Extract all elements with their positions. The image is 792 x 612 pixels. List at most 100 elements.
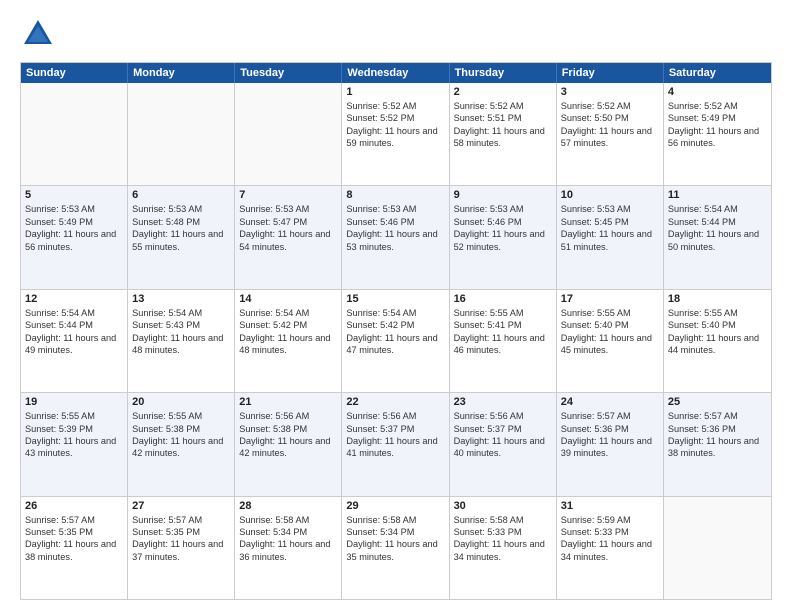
daylight-text: Daylight: 11 hours and 34 minutes. — [561, 538, 659, 563]
calendar-cell: 26Sunrise: 5:57 AMSunset: 5:35 PMDayligh… — [21, 497, 128, 599]
sunrise-text: Sunrise: 5:55 AM — [132, 410, 230, 422]
calendar: SundayMondayTuesdayWednesdayThursdayFrid… — [20, 62, 772, 600]
sunset-text: Sunset: 5:52 PM — [346, 112, 444, 124]
calendar-cell: 20Sunrise: 5:55 AMSunset: 5:38 PMDayligh… — [128, 393, 235, 495]
sunrise-text: Sunrise: 5:56 AM — [346, 410, 444, 422]
calendar-row: 19Sunrise: 5:55 AMSunset: 5:39 PMDayligh… — [21, 392, 771, 495]
calendar-cell: 18Sunrise: 5:55 AMSunset: 5:40 PMDayligh… — [664, 290, 771, 392]
day-number: 10 — [561, 189, 659, 201]
sunrise-text: Sunrise: 5:53 AM — [239, 203, 337, 215]
calendar-cell: 12Sunrise: 5:54 AMSunset: 5:44 PMDayligh… — [21, 290, 128, 392]
sunset-text: Sunset: 5:48 PM — [132, 216, 230, 228]
day-number: 25 — [668, 396, 767, 408]
day-number: 30 — [454, 500, 552, 512]
calendar-header: SundayMondayTuesdayWednesdayThursdayFrid… — [21, 63, 771, 83]
calendar-cell: 4Sunrise: 5:52 AMSunset: 5:49 PMDaylight… — [664, 83, 771, 185]
sunrise-text: Sunrise: 5:55 AM — [454, 307, 552, 319]
day-number: 15 — [346, 293, 444, 305]
daylight-text: Daylight: 11 hours and 56 minutes. — [668, 125, 767, 150]
sunrise-text: Sunrise: 5:58 AM — [346, 514, 444, 526]
sunset-text: Sunset: 5:39 PM — [25, 423, 123, 435]
daylight-text: Daylight: 11 hours and 49 minutes. — [25, 332, 123, 357]
calendar-row: 5Sunrise: 5:53 AMSunset: 5:49 PMDaylight… — [21, 185, 771, 288]
calendar-cell: 13Sunrise: 5:54 AMSunset: 5:43 PMDayligh… — [128, 290, 235, 392]
daylight-text: Daylight: 11 hours and 42 minutes. — [239, 435, 337, 460]
weekday-header: Saturday — [664, 63, 771, 83]
sunrise-text: Sunrise: 5:53 AM — [454, 203, 552, 215]
daylight-text: Daylight: 11 hours and 59 minutes. — [346, 125, 444, 150]
sunset-text: Sunset: 5:36 PM — [668, 423, 767, 435]
weekday-header: Friday — [557, 63, 664, 83]
daylight-text: Daylight: 11 hours and 47 minutes. — [346, 332, 444, 357]
day-number: 2 — [454, 86, 552, 98]
day-number: 18 — [668, 293, 767, 305]
day-number: 14 — [239, 293, 337, 305]
sunset-text: Sunset: 5:42 PM — [346, 319, 444, 331]
sunset-text: Sunset: 5:46 PM — [346, 216, 444, 228]
calendar-cell: 22Sunrise: 5:56 AMSunset: 5:37 PMDayligh… — [342, 393, 449, 495]
day-number: 16 — [454, 293, 552, 305]
sunset-text: Sunset: 5:45 PM — [561, 216, 659, 228]
sunset-text: Sunset: 5:34 PM — [239, 526, 337, 538]
daylight-text: Daylight: 11 hours and 54 minutes. — [239, 228, 337, 253]
day-number: 7 — [239, 189, 337, 201]
sunrise-text: Sunrise: 5:55 AM — [561, 307, 659, 319]
calendar-cell: 5Sunrise: 5:53 AMSunset: 5:49 PMDaylight… — [21, 186, 128, 288]
calendar-cell: 3Sunrise: 5:52 AMSunset: 5:50 PMDaylight… — [557, 83, 664, 185]
daylight-text: Daylight: 11 hours and 48 minutes. — [132, 332, 230, 357]
sunset-text: Sunset: 5:51 PM — [454, 112, 552, 124]
sunrise-text: Sunrise: 5:56 AM — [239, 410, 337, 422]
day-number: 13 — [132, 293, 230, 305]
sunset-text: Sunset: 5:43 PM — [132, 319, 230, 331]
daylight-text: Daylight: 11 hours and 37 minutes. — [132, 538, 230, 563]
daylight-text: Daylight: 11 hours and 46 minutes. — [454, 332, 552, 357]
daylight-text: Daylight: 11 hours and 44 minutes. — [668, 332, 767, 357]
calendar-cell: 11Sunrise: 5:54 AMSunset: 5:44 PMDayligh… — [664, 186, 771, 288]
day-number: 31 — [561, 500, 659, 512]
daylight-text: Daylight: 11 hours and 41 minutes. — [346, 435, 444, 460]
sunrise-text: Sunrise: 5:53 AM — [561, 203, 659, 215]
daylight-text: Daylight: 11 hours and 36 minutes. — [239, 538, 337, 563]
sunset-text: Sunset: 5:46 PM — [454, 216, 552, 228]
daylight-text: Daylight: 11 hours and 43 minutes. — [25, 435, 123, 460]
daylight-text: Daylight: 11 hours and 50 minutes. — [668, 228, 767, 253]
sunset-text: Sunset: 5:49 PM — [25, 216, 123, 228]
daylight-text: Daylight: 11 hours and 57 minutes. — [561, 125, 659, 150]
calendar-cell: 19Sunrise: 5:55 AMSunset: 5:39 PMDayligh… — [21, 393, 128, 495]
calendar-cell: 27Sunrise: 5:57 AMSunset: 5:35 PMDayligh… — [128, 497, 235, 599]
daylight-text: Daylight: 11 hours and 38 minutes. — [25, 538, 123, 563]
daylight-text: Daylight: 11 hours and 38 minutes. — [668, 435, 767, 460]
calendar-cell: 1Sunrise: 5:52 AMSunset: 5:52 PMDaylight… — [342, 83, 449, 185]
day-number: 3 — [561, 86, 659, 98]
day-number: 27 — [132, 500, 230, 512]
calendar-row: 26Sunrise: 5:57 AMSunset: 5:35 PMDayligh… — [21, 496, 771, 599]
calendar-cell — [235, 83, 342, 185]
sunset-text: Sunset: 5:35 PM — [25, 526, 123, 538]
calendar-cell: 8Sunrise: 5:53 AMSunset: 5:46 PMDaylight… — [342, 186, 449, 288]
sunset-text: Sunset: 5:34 PM — [346, 526, 444, 538]
daylight-text: Daylight: 11 hours and 42 minutes. — [132, 435, 230, 460]
sunset-text: Sunset: 5:33 PM — [454, 526, 552, 538]
daylight-text: Daylight: 11 hours and 40 minutes. — [454, 435, 552, 460]
daylight-text: Daylight: 11 hours and 48 minutes. — [239, 332, 337, 357]
sunrise-text: Sunrise: 5:54 AM — [25, 307, 123, 319]
sunset-text: Sunset: 5:38 PM — [239, 423, 337, 435]
sunset-text: Sunset: 5:40 PM — [668, 319, 767, 331]
logo — [20, 16, 60, 52]
sunrise-text: Sunrise: 5:58 AM — [454, 514, 552, 526]
day-number: 28 — [239, 500, 337, 512]
weekday-header: Sunday — [21, 63, 128, 83]
weekday-header: Tuesday — [235, 63, 342, 83]
calendar-body: 1Sunrise: 5:52 AMSunset: 5:52 PMDaylight… — [21, 83, 771, 599]
day-number: 26 — [25, 500, 123, 512]
sunrise-text: Sunrise: 5:53 AM — [346, 203, 444, 215]
daylight-text: Daylight: 11 hours and 51 minutes. — [561, 228, 659, 253]
calendar-cell: 7Sunrise: 5:53 AMSunset: 5:47 PMDaylight… — [235, 186, 342, 288]
sunrise-text: Sunrise: 5:58 AM — [239, 514, 337, 526]
sunset-text: Sunset: 5:38 PM — [132, 423, 230, 435]
day-number: 11 — [668, 189, 767, 201]
calendar-cell: 16Sunrise: 5:55 AMSunset: 5:41 PMDayligh… — [450, 290, 557, 392]
sunrise-text: Sunrise: 5:54 AM — [346, 307, 444, 319]
calendar-cell: 17Sunrise: 5:55 AMSunset: 5:40 PMDayligh… — [557, 290, 664, 392]
sunrise-text: Sunrise: 5:57 AM — [132, 514, 230, 526]
